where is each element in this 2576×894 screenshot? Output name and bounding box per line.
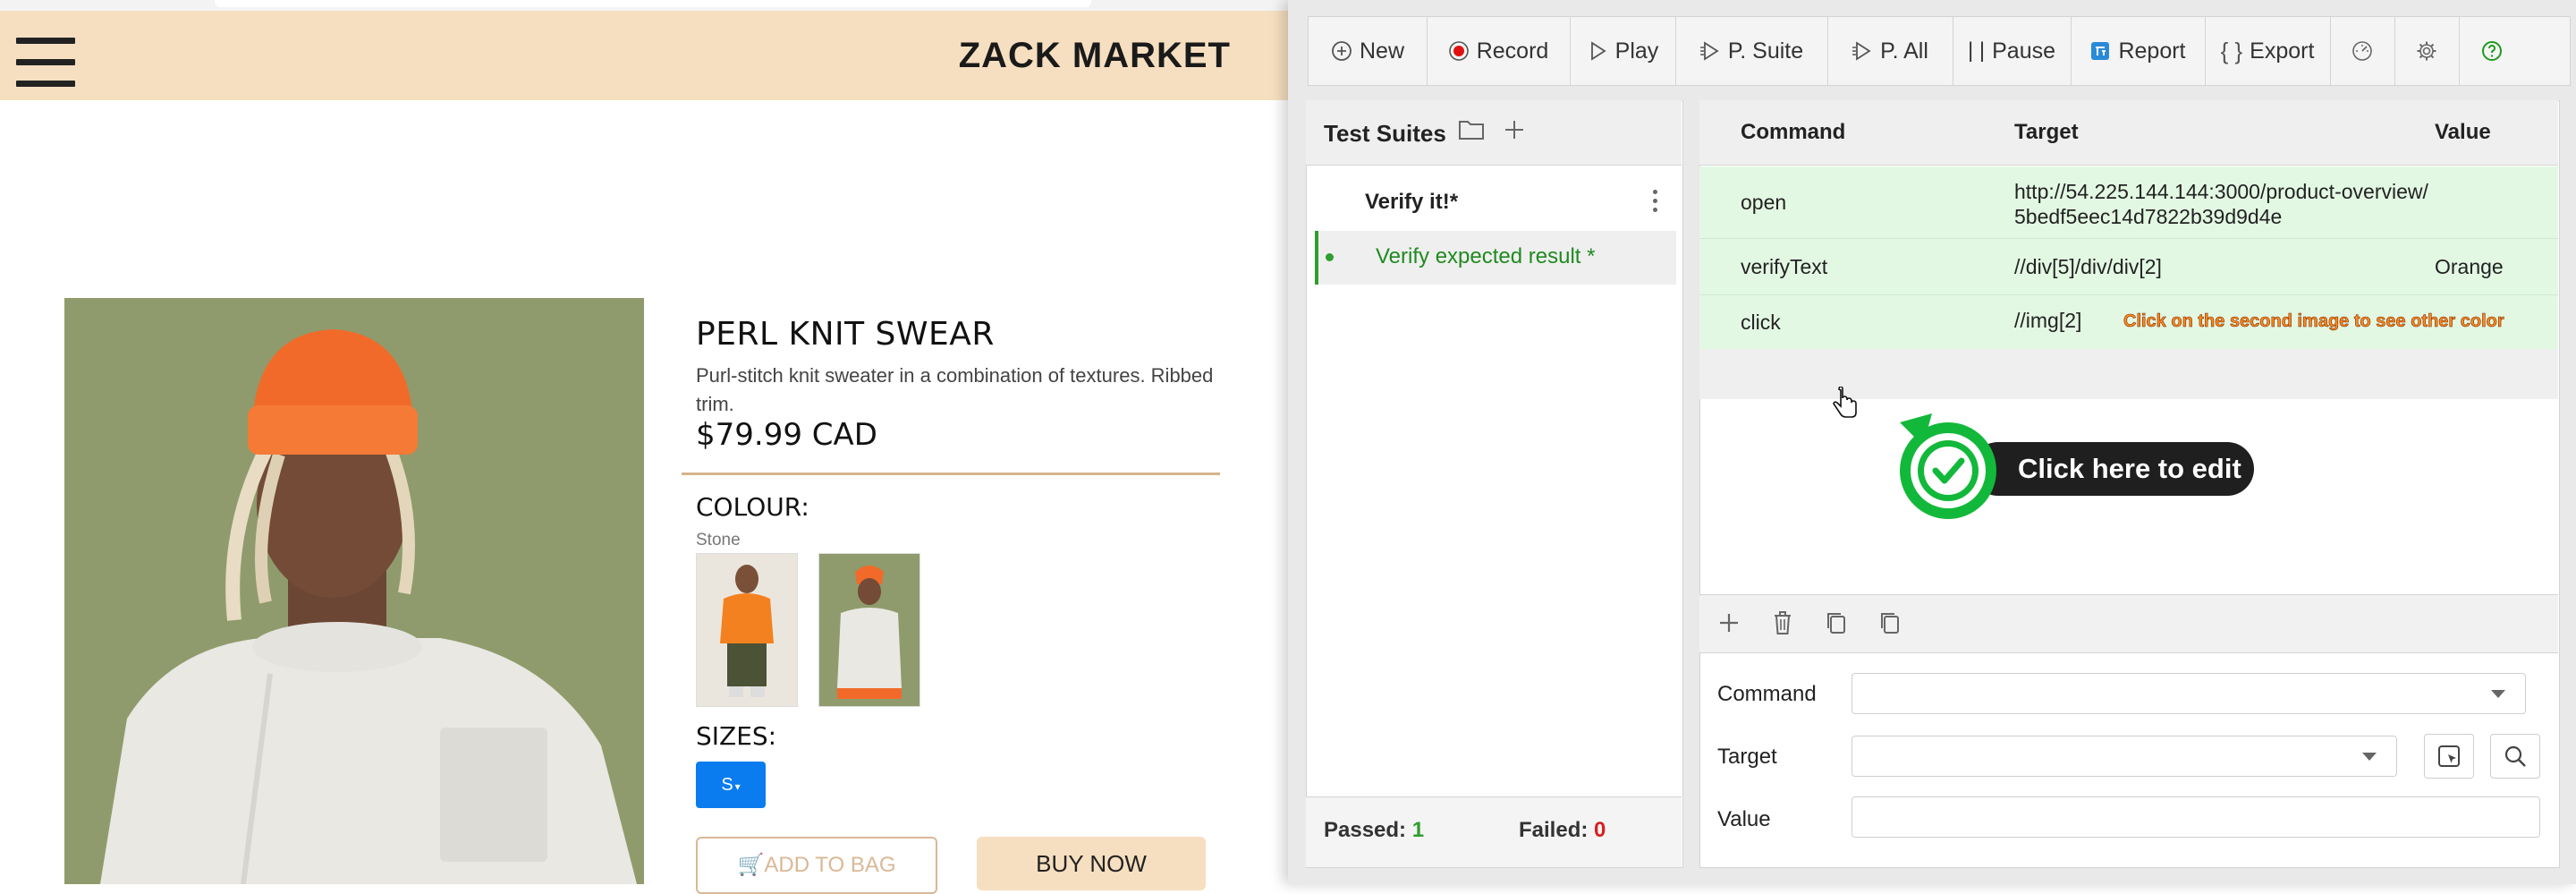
add-to-bag-label: ADD TO BAG [764, 853, 896, 877]
speed-button[interactable] [2330, 17, 2395, 85]
ide-toolbar: New Record Play P. Suite P. All | | Paus… [1308, 16, 2571, 86]
play-all-label: P. All [1880, 38, 1928, 64]
gear-icon [2417, 41, 2436, 61]
hand-cursor-icon [1833, 387, 1857, 418]
failed-count: Failed: 0 [1519, 818, 1606, 843]
passed-count: Passed: 1 [1324, 818, 1424, 843]
record-label: Record [1476, 38, 1549, 64]
passed-label: Passed: [1324, 818, 1407, 842]
chevron-down-icon [2491, 690, 2505, 698]
size-select[interactable]: S ▾ [696, 762, 766, 808]
chevron-down-icon [2362, 753, 2377, 761]
export-label: Export [2250, 38, 2315, 64]
settings-button[interactable] [2394, 17, 2460, 85]
colour-value: Stone [696, 531, 741, 549]
report-label: Report [2118, 38, 2186, 64]
failed-label: Failed: [1519, 818, 1589, 842]
add-suite-icon[interactable] [1503, 118, 1526, 141]
product-main-image [64, 298, 644, 884]
select-target-button[interactable] [2424, 734, 2474, 779]
play-all-button[interactable]: P. All [1827, 17, 1953, 85]
colour-thumbnail-stone[interactable] [818, 553, 920, 707]
report-icon [2091, 42, 2110, 60]
play-icon [1590, 41, 1606, 61]
play-all-icon [1852, 41, 1871, 61]
value-field-label: Value [1717, 807, 1771, 831]
suite-more-icon[interactable] [1649, 188, 1660, 215]
record-icon [1448, 41, 1469, 61]
play-label: Play [1614, 38, 1659, 64]
row-command: click [1741, 311, 1781, 334]
command-field-label: Command [1717, 682, 1817, 706]
price-divider [682, 473, 1220, 475]
find-target-button[interactable] [2490, 734, 2540, 779]
table-row[interactable]: open http://54.225.144.144:3000/product-… [1699, 166, 2558, 239]
play-suite-label: P. Suite [1727, 38, 1804, 64]
add-to-bag-button[interactable]: 🛒ADD TO BAG [696, 837, 937, 894]
new-label: New [1359, 38, 1404, 64]
test-suites-panel [1306, 100, 1683, 868]
add-command-icon[interactable] [1716, 609, 1742, 637]
target-field-label: Target [1717, 745, 1777, 769]
plus-circle-icon [1332, 41, 1352, 61]
passed-value: 1 [1411, 818, 1425, 842]
product-title: PERL KNIT SWEAR [696, 316, 995, 353]
row-target: //img[2] [2014, 309, 2082, 332]
braces-icon: { } [2220, 37, 2243, 64]
column-command: Command [1741, 120, 1846, 144]
new-button[interactable]: New [1309, 17, 1428, 85]
product-description: Purl-stitch knit sweater in a combinatio… [696, 364, 1214, 415]
folder-icon[interactable] [1458, 118, 1485, 141]
hamburger-menu-icon[interactable] [16, 38, 75, 88]
test-status-dot [1326, 253, 1334, 261]
copy-icon[interactable] [1823, 609, 1850, 637]
column-value: Value [2435, 120, 2491, 144]
row-target: http://54.225.144.144:3000/product-overv… [2014, 180, 2428, 228]
command-field[interactable] [1852, 673, 2526, 714]
edit-hint-label[interactable]: Click here to edit [1971, 442, 2254, 496]
speedometer-icon [2352, 41, 2372, 61]
pause-icon: | | [1967, 38, 1986, 63]
help-icon [2482, 41, 2502, 61]
test-suites-title: Test Suites [1324, 120, 1446, 147]
colour-thumbnail-orange[interactable] [696, 553, 798, 707]
column-target: Target [2014, 120, 2079, 144]
search-icon [2504, 745, 2526, 767]
row-command: verifyText [1741, 255, 1828, 278]
test-name[interactable]: Verify expected result * [1376, 244, 1595, 269]
sizes-label: SIZES: [696, 721, 777, 751]
browser-top-strip [0, 0, 1288, 11]
empty-table-row[interactable] [1699, 349, 2558, 399]
row-target: //div[5]/div/div[2] [2014, 255, 2162, 278]
failed-value: 0 [1594, 818, 1606, 842]
target-field[interactable] [1852, 736, 2397, 777]
help-button[interactable] [2459, 17, 2525, 85]
row-value: Orange [2435, 255, 2504, 278]
record-button[interactable]: Record [1427, 17, 1571, 85]
cart-icon: 🛒 [737, 853, 765, 877]
value-field[interactable] [1852, 796, 2540, 838]
play-suite-icon [1699, 41, 1719, 61]
colour-label: COLOUR: [696, 492, 809, 522]
pause-label: Pause [1992, 38, 2056, 64]
trash-icon[interactable] [1769, 609, 1796, 637]
site-brand[interactable]: ZACK MARKET [894, 36, 1231, 81]
size-selected-value: S [721, 775, 733, 795]
paste-icon[interactable] [1877, 609, 1903, 637]
report-button[interactable]: Report [2071, 17, 2206, 85]
play-button[interactable]: Play [1570, 17, 1676, 85]
pause-button[interactable]: | | Pause [1953, 17, 2072, 85]
checkmark-badge-icon[interactable] [1887, 406, 2004, 523]
play-suite-button[interactable]: P. Suite [1675, 17, 1828, 85]
product-price: $79.99 CAD [696, 417, 877, 453]
row-comment: Click on the second image to see other c… [2123, 311, 2504, 332]
row-command: open [1741, 191, 1787, 214]
table-row[interactable]: verifyText //div[5]/div/div[2] Orange [1699, 239, 2558, 295]
chevron-down-icon: ▾ [734, 780, 741, 793]
buy-now-button[interactable]: BUY NOW [977, 837, 1206, 890]
select-element-icon [2438, 745, 2460, 767]
export-button[interactable]: { } Export [2205, 17, 2331, 85]
suite-name[interactable]: Verify it!* [1365, 190, 1458, 215]
